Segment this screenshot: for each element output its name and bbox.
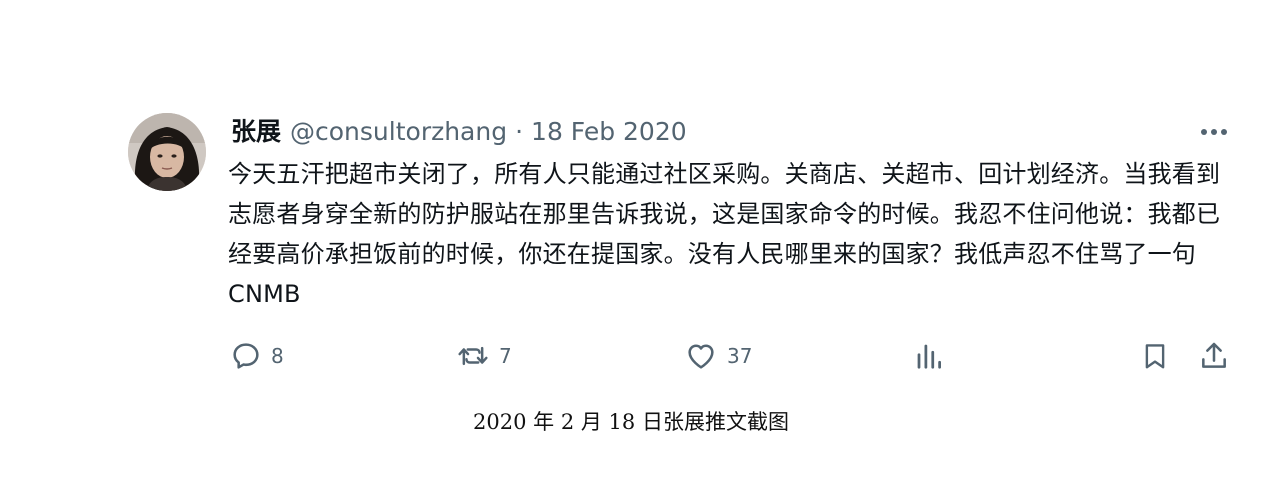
reply-count: 8 — [271, 344, 284, 368]
separator-dot: · — [515, 117, 524, 146]
reply-button[interactable]: 8 — [230, 336, 284, 376]
bookmark-icon — [1145, 344, 1165, 369]
reply-icon — [233, 343, 259, 369]
tweet-actions: 8 7 37 — [228, 336, 1238, 376]
display-name[interactable]: 张展 — [231, 114, 281, 150]
profile-photo — [128, 113, 206, 191]
tweet-card: 张展 @consultorzhang · 18 Feb 2020 今天五汗把超市… — [128, 108, 1238, 398]
image-caption: 2020 年 2 月 18 日张展推文截图 — [473, 410, 789, 434]
share-icon — [1202, 342, 1226, 368]
analytics-icon — [917, 344, 941, 369]
more-horizontal-icon[interactable] — [1198, 120, 1230, 144]
like-button[interactable]: 37 — [684, 336, 752, 376]
heart-icon — [688, 344, 714, 369]
retweet-count: 7 — [499, 344, 512, 368]
tweet-text: 今天五汗把超市关闭了，所有人只能通过社区采购。关商店、关超市、回计划经济。当我看… — [228, 160, 1221, 308]
tweet-header: 张展 @consultorzhang · 18 Feb 2020 — [231, 114, 687, 150]
user-handle[interactable]: @consultorzhang — [290, 114, 507, 150]
retweet-button[interactable]: 7 — [456, 336, 512, 376]
avatar[interactable] — [128, 113, 206, 191]
like-count: 37 — [727, 344, 753, 368]
retweet-icon — [458, 346, 488, 366]
views-button[interactable] — [914, 336, 944, 376]
tweet-date[interactable]: 18 Feb 2020 — [531, 114, 687, 150]
bookmark-button[interactable] — [1140, 336, 1170, 376]
share-button[interactable] — [1198, 336, 1230, 376]
